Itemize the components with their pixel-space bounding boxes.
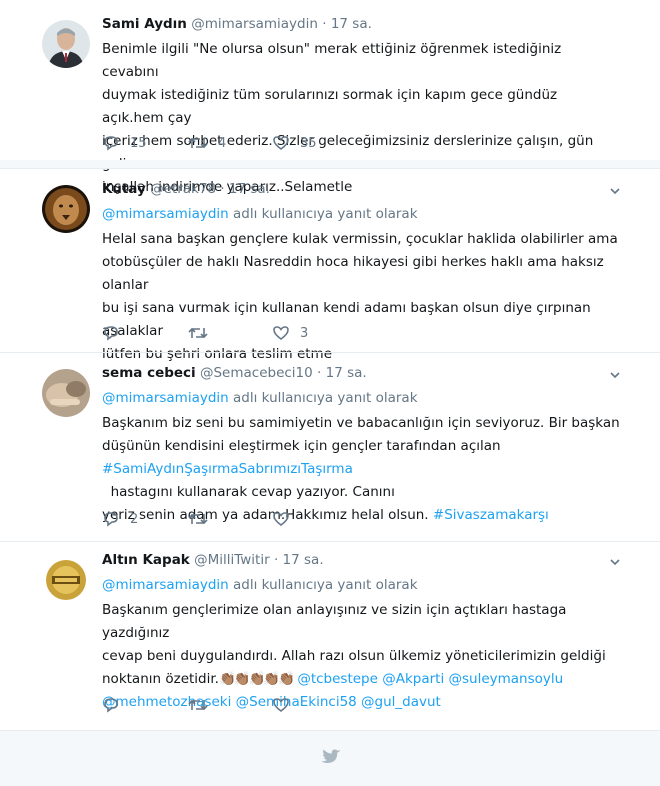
reply-count: 15 [130,135,147,151]
avatar[interactable] [42,185,90,233]
conversation-feed: Sami Aydın @mimarsamiaydin · 17 sa. Beni… [0,0,660,786]
display-name[interactable]: Kutay [102,181,146,197]
tweet-sami-aydin[interactable]: Sami Aydın @mimarsamiaydin · 17 sa. Beni… [0,0,660,195]
reply-button[interactable] [102,324,130,342]
tweet-text: Başkanım gençlerimize olan anlayışınız v… [102,599,622,714]
separator-dot: · [322,16,327,32]
tweet-line: bu işi sana vurmak için kullanan kendi a… [102,300,591,339]
avatar[interactable] [42,369,90,417]
reply-context: @mimarsamiaydin adlı kullanıcıya yanıt o… [102,206,418,222]
clapping-emoji: 👏🏽👏🏽👏🏽👏🏽👏🏽 [218,671,295,687]
like-icon [273,512,289,526]
like-button[interactable]: 35 [272,134,317,152]
tweet-text-span: yeriz senin adam ya adam.Hakkımız helal … [102,507,429,523]
avatar[interactable] [42,556,90,604]
caret-down-icon[interactable] [610,370,620,380]
tweet-line: Başkanım gençlerimize olan anlayışınız v… [102,602,567,641]
like-count: 35 [300,135,317,151]
tweet-line: otobüsçüler de haklı Nasreddin hoca hika… [102,254,604,293]
retweet-icon [188,327,208,339]
reply-mention-link[interactable]: @mimarsamiaydin [102,390,229,406]
reply-icon [104,512,118,527]
reply-button[interactable]: 2 [102,510,138,528]
retweet-icon [188,513,208,525]
tweet-line: noktanın özetidir.👏🏽👏🏽👏🏽👏🏽👏🏽 @tcbestepe … [102,668,622,691]
timestamp[interactable]: 17 sa. [326,365,367,381]
retweet-button[interactable]: 4 [188,134,226,152]
tweet-altin-kapak[interactable]: Altın Kapak @MilliTwitir · 17 sa. @mimar… [0,542,660,730]
retweet-count: 4 [218,135,227,151]
tweet-line: #SamiAydınŞaşırmaSabrımızıTaşırma hastag… [102,458,622,504]
username[interactable]: @Semacebeci10 [200,365,313,381]
reply-context: @mimarsamiaydin adlı kullanıcıya yanıt o… [102,390,418,406]
username[interactable]: @mimarsamiaydin [191,16,318,32]
twitter-bird-icon [321,749,341,763]
timestamp[interactable]: 17 sa. [331,16,372,32]
avatar[interactable] [42,20,90,68]
reply-count: 2 [130,511,139,527]
thread-gap [0,160,660,168]
tweet-line: duymak istediğiniz tüm sorularınızı sorm… [102,87,558,126]
tweet-header: Kutay @etrak78 · 17 sa. [102,181,270,197]
tweet-text: Başkanım biz seni bu samimiyetin ve baba… [102,412,622,527]
tweet-sema-cebeci[interactable]: sema cebeci @Semacebeci10 · 17 sa. @mima… [0,353,660,541]
retweet-button[interactable] [188,696,218,714]
reply-context-label: adlı kullanıcıya yanıt olarak [233,577,418,593]
reply-icon [104,136,118,151]
separator-dot: · [220,181,225,197]
tweet-line: Benimle ilgili "Ne olursa olsun" merak e… [102,41,562,80]
display-name[interactable]: Altın Kapak [102,552,190,568]
display-name[interactable]: sema cebeci [102,365,196,381]
like-button[interactable] [272,510,300,528]
reply-button[interactable]: 15 [102,134,147,152]
like-icon [273,698,289,712]
like-icon [273,326,289,340]
like-button[interactable]: 3 [272,324,308,342]
reply-context-label: adlı kullanıcıya yanıt olarak [233,206,418,222]
separator-dot: · [317,365,322,381]
reply-button[interactable] [102,696,130,714]
reply-icon [104,698,118,713]
retweet-icon [188,137,208,149]
reply-context: @mimarsamiaydin adlı kullanıcıya yanıt o… [102,577,418,593]
conversation-footer [0,730,660,786]
retweet-icon [188,699,208,711]
reply-mention-link[interactable]: @mimarsamiaydin [102,577,229,593]
caret-down-icon[interactable] [610,186,620,196]
tweet-line: Başkanım biz seni bu samimiyetin ve baba… [102,415,620,431]
mention-links[interactable]: @tcbestepe @Akparti @suleymansoylu [297,671,563,687]
hashtag-link[interactable]: #SamiAydınŞaşırmaSabrımızıTaşırma [102,461,353,477]
reply-mention-link[interactable]: @mimarsamiaydin [102,206,229,222]
display-name[interactable]: Sami Aydın [102,16,187,32]
tweet-header: sema cebeci @Semacebeci10 · 17 sa. [102,365,367,381]
like-count: 3 [300,325,309,341]
reply-context-label: adlı kullanıcıya yanıt olarak [233,390,418,406]
caret-down-icon[interactable] [610,557,620,567]
tweet-text-span: noktanın özetidir. [102,671,219,687]
separator-dot: · [273,552,279,568]
tweet-line: cevap beni duygulandırdı. Allah razı ols… [102,648,606,664]
like-icon [273,136,289,150]
tweet-kutay[interactable]: Kutay @etrak78 · 17 sa. @mimarsamiaydin … [0,169,660,362]
tweet-text: Helal sana başkan gençlere kulak vermiss… [102,228,622,366]
tweet-line: @mehmetozhaseki @SemihaEkinci58 @gul_dav… [102,691,622,714]
retweet-button[interactable] [188,324,218,342]
tweet-line: yeriz senin adam ya adam.Hakkımız helal … [102,504,622,527]
retweet-button[interactable] [188,510,218,528]
tweet-header: Altın Kapak @MilliTwitir · 17 sa. [102,552,324,568]
timestamp[interactable]: 17 sa. [283,552,324,568]
tweet-text-span: hastagını kullanarak cevap yazıyor. Canı… [102,484,395,500]
like-button[interactable] [272,696,300,714]
username[interactable]: @etrak78 [150,181,216,197]
hashtag-link[interactable]: #Sivaszamakarşı [433,507,549,523]
reply-icon [104,326,118,341]
tweet-line: Helal sana başkan gençlere kulak vermiss… [102,231,618,247]
tweet-line: düşünün kendisini eleştirmek için gençle… [102,438,501,454]
tweet-header: Sami Aydın @mimarsamiaydin · 17 sa. [102,16,372,32]
username[interactable]: @MilliTwitir [194,552,270,568]
timestamp[interactable]: 17 sa. [229,181,270,197]
